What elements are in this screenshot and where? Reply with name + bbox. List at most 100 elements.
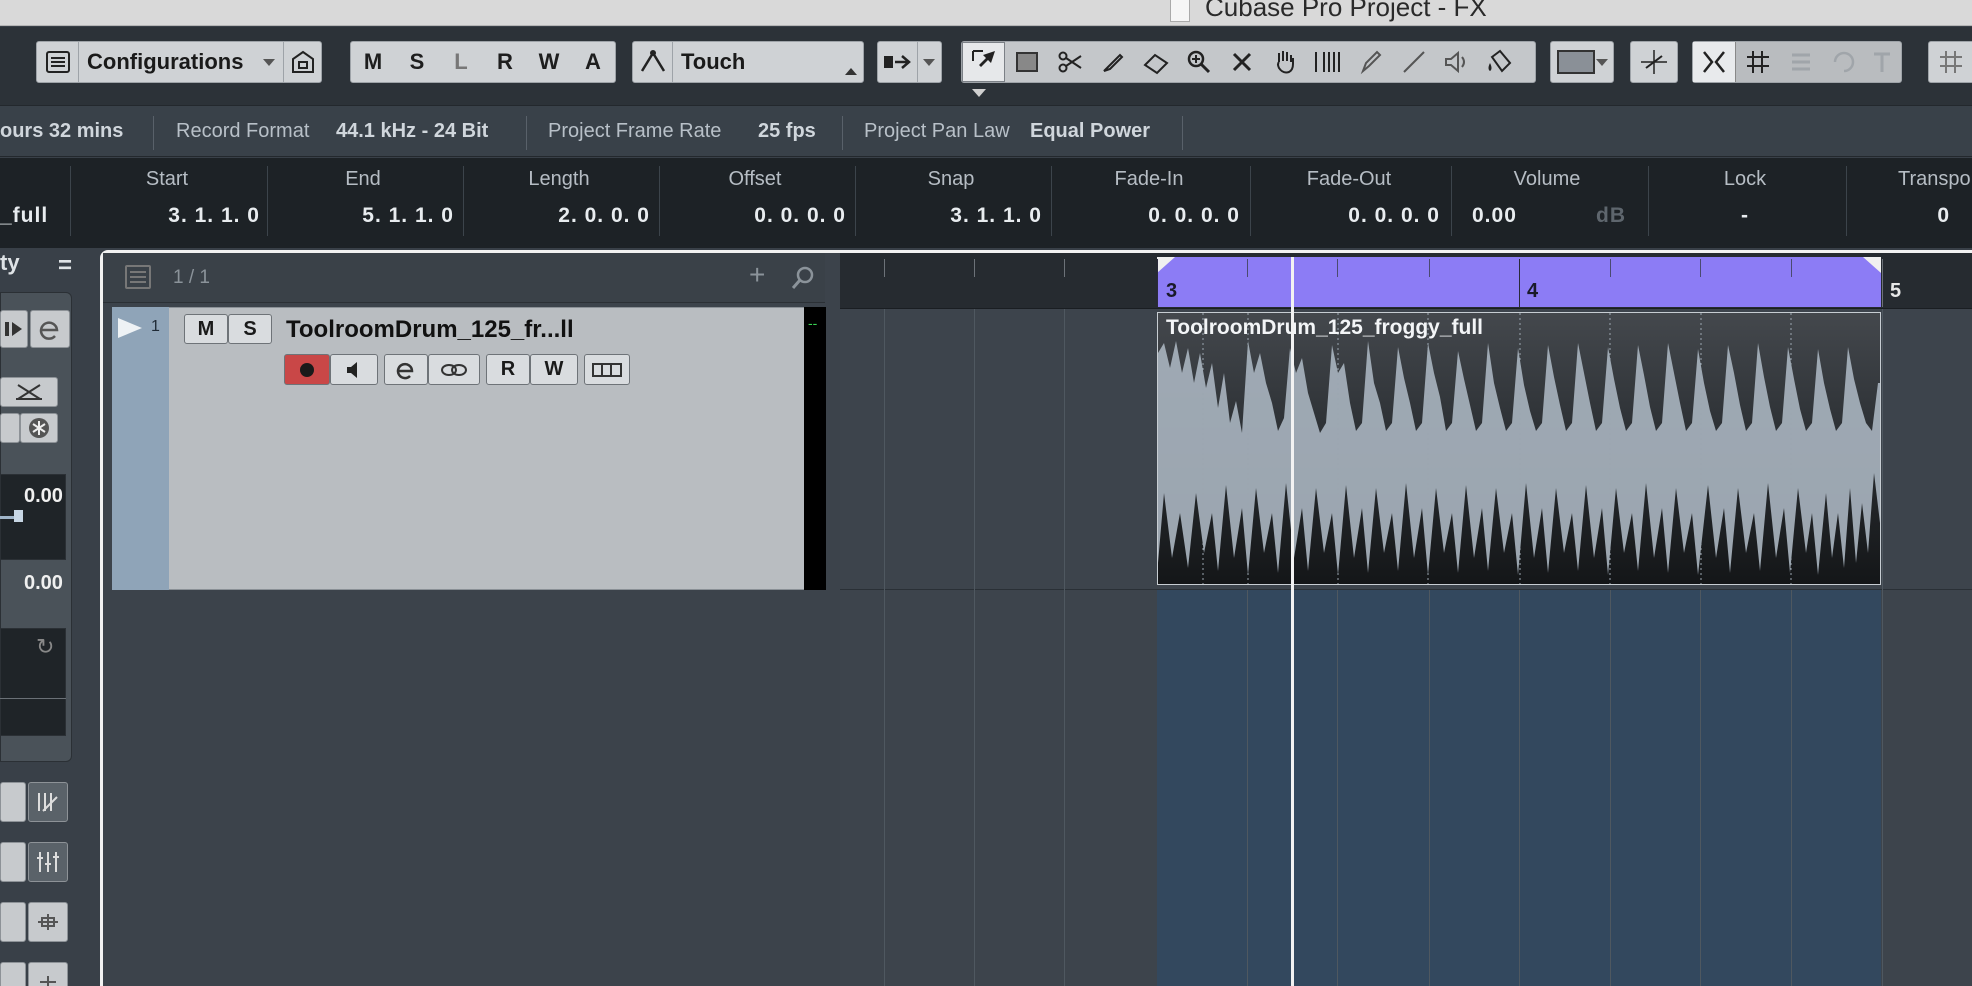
ruler-tick [1247, 259, 1248, 277]
reset-icon[interactable]: ↻ [36, 634, 54, 660]
lane-display-button[interactable] [584, 354, 630, 385]
project-cursor[interactable] [1291, 257, 1294, 986]
edit-channel-button[interactable] [384, 354, 428, 385]
mute-icon[interactable] [1220, 42, 1263, 82]
left-locator-icon[interactable] [1157, 257, 1175, 278]
loop-icon[interactable] [1822, 42, 1865, 82]
audio-event[interactable] [1157, 312, 1881, 585]
lock-value[interactable]: - [1650, 204, 1840, 228]
configurations-group: Configurations [36, 41, 322, 83]
ruler-tick [1610, 259, 1611, 277]
write-all-button[interactable]: W [527, 42, 571, 82]
menu-icon[interactable] [37, 42, 79, 82]
quantize-icon[interactable] [1779, 42, 1822, 82]
read-automation-button[interactable]: R [486, 354, 530, 385]
listen-all-button[interactable]: L [439, 42, 483, 82]
transpose-value[interactable]: 0 [1920, 204, 1950, 228]
color-selector[interactable] [1550, 41, 1614, 83]
hand-icon[interactable] [1263, 42, 1306, 82]
play-icon[interactable] [1435, 42, 1478, 82]
track-name[interactable]: ToolroomDrum_125_fr...ll [286, 316, 574, 344]
zoom-icon[interactable] [1177, 42, 1220, 82]
glue-icon[interactable] [1091, 42, 1134, 82]
solo-all-button[interactable]: S [395, 42, 439, 82]
pan-law-value[interactable]: Equal Power [1030, 120, 1150, 143]
auto-scroll-button[interactable] [1630, 41, 1678, 83]
strip-icon[interactable] [28, 962, 68, 986]
grid-icon[interactable] [1736, 42, 1779, 82]
grid-line [1700, 590, 1701, 986]
search-icon[interactable] [791, 265, 815, 296]
automation-mode-icon [633, 42, 673, 82]
fade-in-value[interactable]: 0. 0. 0. 0 [1062, 204, 1240, 228]
split-icon[interactable] [1048, 42, 1091, 82]
grid-line [1429, 590, 1430, 986]
range-selection-icon[interactable] [1005, 42, 1048, 82]
time-warp-icon[interactable] [1306, 42, 1349, 82]
record-enable-button[interactable] [284, 354, 330, 385]
sends-icon[interactable] [28, 902, 68, 942]
automation-mode-label: Touch [681, 49, 746, 74]
right-locator-icon[interactable] [1863, 257, 1881, 278]
pan-value[interactable]: 0.00 [24, 572, 63, 595]
freeze-off-icon[interactable] [0, 377, 58, 407]
constrain-delay-icon[interactable] [878, 42, 918, 82]
inserts-icon[interactable] [28, 782, 68, 822]
info-line: _full Start 3. 1. 1. 0 End 5. 1. 1. 0 Le… [0, 158, 1972, 248]
automation-mode-selector[interactable]: Touch [632, 41, 864, 83]
line-icon[interactable] [1392, 42, 1435, 82]
eq-icon[interactable] [28, 842, 68, 882]
chevron-down-icon[interactable] [918, 42, 941, 82]
insp-tab-left[interactable] [0, 842, 26, 882]
automation-panel-button[interactable]: A [571, 42, 615, 82]
snap-value[interactable]: 3. 1. 1. 0 [864, 204, 1042, 228]
mute-button[interactable]: M [184, 314, 228, 344]
monitor-button[interactable] [330, 354, 378, 385]
solo-button[interactable]: S [228, 314, 272, 344]
volume-value[interactable]: 0.00 [24, 485, 63, 508]
add-track-icon[interactable]: + [749, 259, 765, 291]
insp-tab-left[interactable] [0, 782, 26, 822]
grid-line [1247, 590, 1248, 986]
ruler-tick [974, 259, 975, 277]
inspector-title: ty [0, 250, 20, 275]
freeze-icon[interactable] [20, 413, 58, 443]
insp-tab-left[interactable] [0, 962, 26, 986]
record-format-value[interactable]: 44.1 kHz - 24 Bit [336, 120, 488, 143]
track-list-menu-icon[interactable] [125, 265, 151, 289]
track-selection-strip[interactable] [112, 307, 169, 590]
start-value[interactable]: 3. 1. 1. 0 [80, 204, 260, 228]
inspector-menu-icon[interactable]: = [58, 252, 72, 280]
event-name-field[interactable]: _full [0, 204, 47, 228]
edit-channel-icon[interactable] [30, 310, 70, 348]
snap-toggle-icon[interactable] [1693, 42, 1736, 82]
end-value[interactable]: 5. 1. 1. 0 [276, 204, 454, 228]
quantize-preset-icon[interactable] [1865, 42, 1899, 82]
mute-all-button[interactable]: M [351, 42, 395, 82]
audio-track[interactable] [112, 307, 826, 590]
draw-icon[interactable] [1349, 42, 1392, 82]
snap-label: Snap [927, 168, 975, 190]
erase-icon[interactable] [1134, 42, 1177, 82]
ruler-tick [884, 259, 885, 277]
frame-rate-value[interactable]: 25 fps [758, 120, 816, 143]
offset-value[interactable]: 0. 0. 0. 0 [668, 204, 846, 228]
read-all-button[interactable]: R [483, 42, 527, 82]
fade-out-value[interactable]: 0. 0. 0. 0 [1262, 204, 1440, 228]
lane-icon[interactable] [0, 413, 20, 443]
track-divider [840, 589, 1972, 590]
color-icon[interactable] [1478, 42, 1521, 82]
transpose-label: Transpo [1898, 168, 1971, 190]
configurations-dropdown[interactable]: Configurations [79, 42, 283, 82]
insp-tab-left[interactable] [0, 902, 26, 942]
write-automation-button[interactable]: W [530, 354, 578, 385]
volume-value[interactable]: 0.00 [1472, 204, 1517, 228]
length-value[interactable]: 2. 0. 0. 0 [472, 204, 650, 228]
ruler-bar-label: 5 [1890, 280, 1902, 302]
object-selection-icon[interactable] [962, 42, 1005, 82]
lanes-link-button[interactable] [428, 354, 480, 385]
grid-type-button[interactable] [1928, 41, 1972, 83]
monitor-icon[interactable] [0, 310, 28, 348]
volume-slider-handle[interactable] [14, 510, 23, 522]
workspace-icon[interactable] [283, 42, 321, 82]
